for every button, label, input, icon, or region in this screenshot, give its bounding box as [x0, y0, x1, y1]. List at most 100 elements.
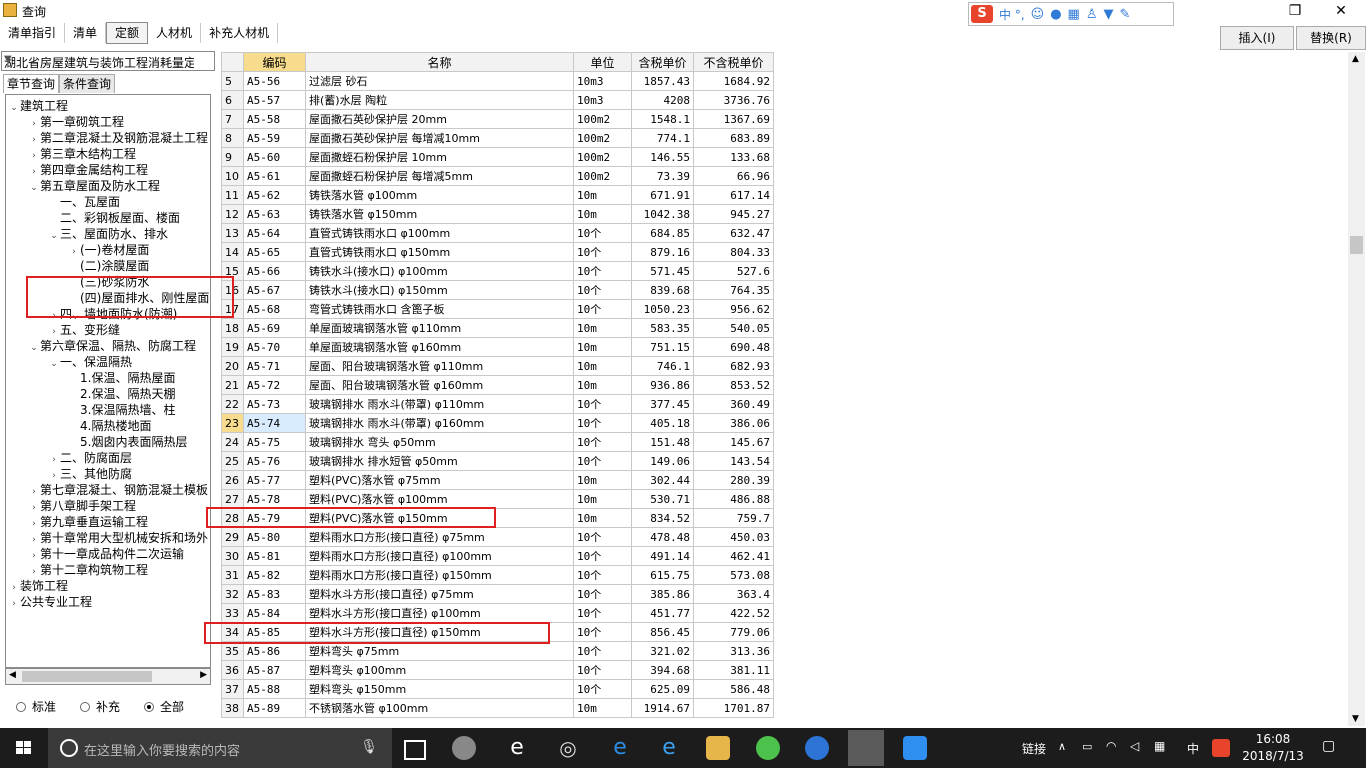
cell-price-notax[interactable]: 381.11 [693, 660, 774, 680]
scroll-right-icon[interactable]: ▶ [200, 670, 207, 680]
tree-node[interactable]: › 第二章混凝土及钢筋混凝土工程 [28, 130, 208, 146]
table-row[interactable]: 20 A5-71 屋面、阳台玻璃钢落水管 φ110mm 10m 746.1 682.93 [221, 356, 774, 376]
cell-unit[interactable]: 10个 [573, 299, 632, 319]
table-row[interactable]: 27 A5-78 塑料(PVC)落水管 φ100mm 10m 530.71 486.88 [221, 489, 774, 509]
row-number[interactable]: 27 [221, 489, 244, 509]
cell-name[interactable]: 铸铁落水管 φ150mm [305, 204, 574, 224]
file-explorer-icon[interactable] [706, 736, 730, 760]
shirt-icon[interactable]: ▼ [1104, 7, 1114, 22]
table-row[interactable]: 9 A5-60 屋面撒蛭石粉保护层 10mm 100m2 146.55 133.68 [221, 147, 774, 167]
row-number[interactable]: 6 [221, 90, 244, 110]
table-row[interactable]: 22 A5-73 玻璃钢排水 雨水斗(带罩) φ110mm 10个 377.45 360.… [221, 394, 774, 414]
app-g-icon[interactable] [805, 736, 829, 760]
row-number[interactable]: 18 [221, 318, 244, 338]
cell-unit[interactable]: 10m [573, 185, 632, 205]
cell-name[interactable]: 不锈钢落水管 φ100mm [305, 698, 574, 718]
cell-price-notax[interactable]: 956.62 [693, 299, 774, 319]
cell-price-tax[interactable]: 302.44 [631, 470, 694, 490]
cell-price-tax[interactable]: 856.45 [631, 622, 694, 642]
cell-price-notax[interactable]: 759.7 [693, 508, 774, 528]
table-row[interactable]: 23 A5-74 玻璃钢排水 雨水斗(带罩) φ160mm 10个 405.18 386.… [221, 413, 774, 433]
cell-price-tax[interactable]: 73.39 [631, 166, 694, 186]
cell-unit[interactable]: 10个 [573, 223, 632, 243]
cell-name[interactable]: 直管式铸铁雨水口 φ150mm [305, 242, 574, 262]
cell-price-tax[interactable]: 491.14 [631, 546, 694, 566]
tree-node[interactable]: › (一)卷材屋面 [68, 242, 149, 258]
cell-price-tax[interactable]: 377.45 [631, 394, 694, 414]
row-number[interactable]: 19 [221, 337, 244, 357]
table-row[interactable]: 16 A5-67 铸铁水斗(接水口) φ150mm 10个 839.68 764.35 [221, 280, 774, 300]
ie-blue-icon[interactable]: e [657, 736, 681, 760]
scroll-down-icon[interactable]: ▼ [1352, 714, 1359, 724]
cell-code[interactable]: A5-74 [243, 413, 306, 433]
cell-price-tax[interactable]: 321.02 [631, 641, 694, 661]
cell-price-notax[interactable]: 617.14 [693, 185, 774, 205]
cell-unit[interactable]: 10个 [573, 451, 632, 471]
cell-name[interactable]: 塑料水斗方形(接口直径) φ75mm [305, 584, 574, 604]
cell-price-notax[interactable]: 540.05 [693, 318, 774, 338]
row-number[interactable]: 25 [221, 451, 244, 471]
row-number[interactable]: 24 [221, 432, 244, 452]
ime-language[interactable]: 中 [1187, 740, 1199, 757]
restore-icon[interactable]: ❐ [1272, 0, 1318, 22]
cell-name[interactable]: 屋面、阳台玻璃钢落水管 φ110mm [305, 356, 574, 376]
tree-node[interactable]: › 第十一章成品构件二次运输 [28, 546, 184, 562]
row-number[interactable]: 5 [221, 71, 244, 91]
cell-code[interactable]: A5-86 [243, 641, 306, 661]
cell-price-tax[interactable]: 149.06 [631, 451, 694, 471]
tree-node[interactable]: › 二、防腐面层 [48, 450, 132, 466]
row-number[interactable]: 36 [221, 660, 244, 680]
table-row[interactable]: 11 A5-62 铸铁落水管 φ100mm 10m 671.91 617.14 [221, 185, 774, 205]
table-row[interactable]: 6 A5-57 排(蓄)水层 陶粒 10m3 4208 3736.76 [221, 90, 774, 110]
cell-code[interactable]: A5-83 [243, 584, 306, 604]
cell-price-notax[interactable]: 586.48 [693, 679, 774, 699]
tree-node[interactable]: › 装饰工程 [8, 578, 68, 594]
cell-price-notax[interactable]: 145.67 [693, 432, 774, 452]
row-number[interactable]: 9 [221, 147, 244, 167]
cell-price-notax[interactable]: 313.36 [693, 641, 774, 661]
column-header-price-tax[interactable]: 含税单价 [631, 52, 694, 72]
cell-unit[interactable]: 10m [573, 470, 632, 490]
cell-name[interactable]: 弯管式铸铁雨水口 含篦子板 [305, 299, 574, 319]
cell-name[interactable]: 塑料雨水口方形(接口直径) φ100mm [305, 546, 574, 566]
table-row[interactable]: 24 A5-75 玻璃钢排水 弯头 φ50mm 10个 151.48 145.67 [221, 432, 774, 452]
cell-price-notax[interactable]: 764.35 [693, 280, 774, 300]
cell-price-tax[interactable]: 1050.23 [631, 299, 694, 319]
notification-icon[interactable]: ▢ [1322, 738, 1335, 754]
radio-supplement[interactable]: 补充 [80, 698, 120, 715]
close-icon[interactable]: ✕ [1318, 0, 1364, 22]
row-number[interactable]: 31 [221, 565, 244, 585]
tree-node[interactable]: 1.保温、隔热屋面 [68, 370, 175, 386]
cell-unit[interactable]: 10m [573, 508, 632, 528]
cell-unit[interactable]: 100m2 [573, 147, 632, 167]
cell-unit[interactable]: 10个 [573, 242, 632, 262]
cell-unit[interactable]: 10m3 [573, 90, 632, 110]
row-number[interactable]: 7 [221, 109, 244, 129]
cell-code[interactable]: A5-68 [243, 299, 306, 319]
cell-code[interactable]: A5-82 [243, 565, 306, 585]
cell-name[interactable]: 直管式铸铁雨水口 φ100mm [305, 223, 574, 243]
chevron-down-icon[interactable]: ⌄ [28, 340, 40, 356]
tree-node[interactable]: › 第十章常用大型机械安拆和场外 [28, 530, 208, 546]
wrench-icon[interactable]: ✎ [1120, 7, 1131, 22]
tree-node[interactable]: › 第三章木结构工程 [28, 146, 136, 162]
cell-code[interactable]: A5-58 [243, 109, 306, 129]
table-row[interactable]: 25 A5-76 玻璃钢排水 排水短管 φ50mm 10个 149.06 143.54 [221, 451, 774, 471]
table-row[interactable]: 35 A5-86 塑料弯头 φ75mm 10个 321.02 313.36 [221, 641, 774, 661]
tree-node[interactable]: 2.保温、隔热天棚 [68, 386, 175, 402]
cell-price-notax[interactable]: 450.03 [693, 527, 774, 547]
cell-price-notax[interactable]: 682.93 [693, 356, 774, 376]
battery-icon[interactable]: ▭ [1082, 740, 1092, 753]
scroll-thumb[interactable] [22, 671, 152, 682]
cell-price-notax[interactable]: 527.6 [693, 261, 774, 281]
cell-price-tax[interactable]: 1914.67 [631, 698, 694, 718]
cell-code[interactable]: A5-56 [243, 71, 306, 91]
cell-unit[interactable]: 10m [573, 375, 632, 395]
volume-icon[interactable]: ◁ [1130, 739, 1139, 753]
scroll-thumb[interactable] [1350, 236, 1363, 254]
chevron-right-icon[interactable]: › [8, 596, 20, 612]
cell-name[interactable]: 排(蓄)水层 陶粒 [305, 90, 574, 110]
chevron-down-icon[interactable]: ⌄ [48, 228, 60, 244]
ime-toolbar[interactable]: S 中 °, ☺ ● ▦ ♙ ▼ ✎ [968, 2, 1174, 26]
tab-resources[interactable]: 人材机 [148, 23, 202, 43]
